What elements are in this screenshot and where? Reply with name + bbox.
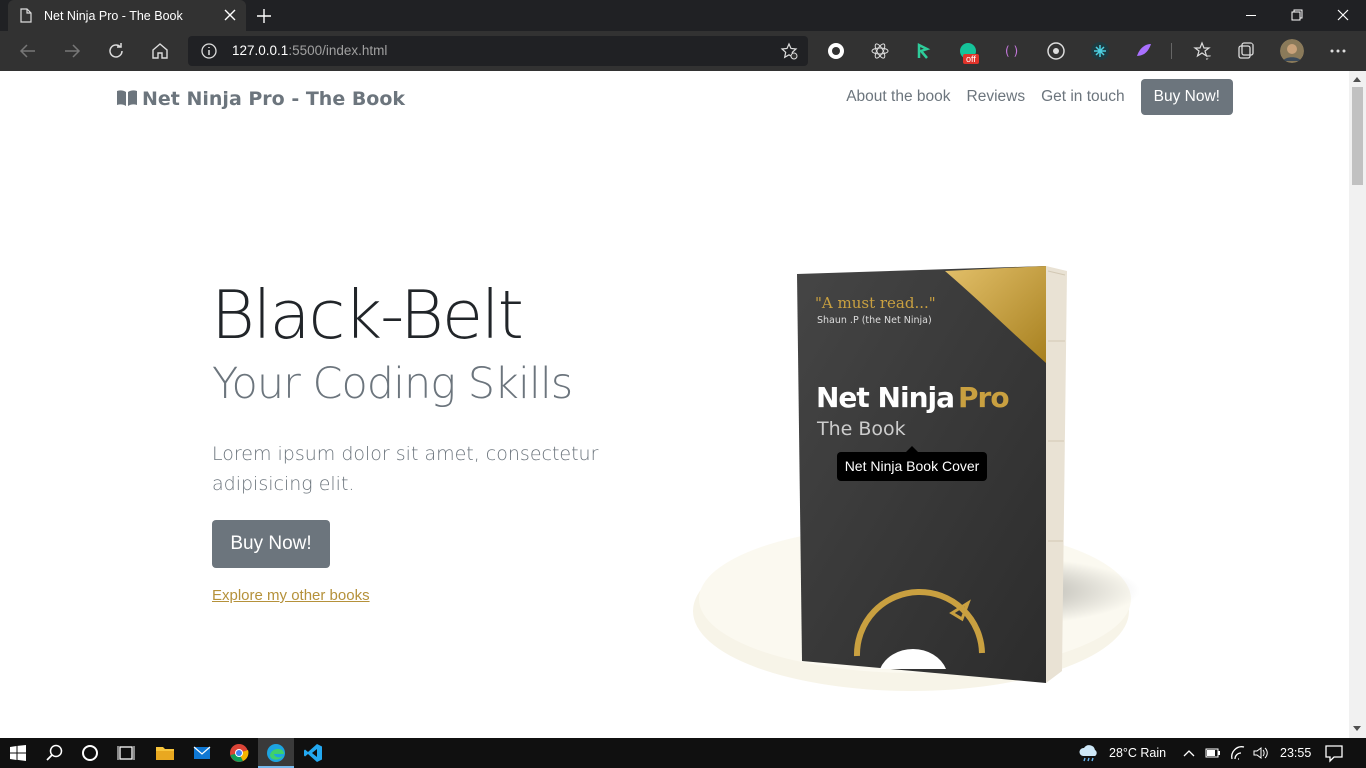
close-window-icon[interactable] bbox=[1320, 0, 1366, 31]
extension-icon[interactable] bbox=[1090, 41, 1110, 61]
navbar-links: About the book Reviews Get in touch Buy … bbox=[830, 79, 1233, 115]
page-scrollbar[interactable] bbox=[1349, 71, 1366, 738]
windows-start-icon[interactable] bbox=[10, 745, 26, 761]
extension-icon[interactable] bbox=[1046, 41, 1066, 61]
extension-badge: off bbox=[963, 54, 979, 64]
hero-lead-text: Lorem ipsum dolor sit amet, consectetur … bbox=[212, 443, 599, 495]
url-text: 127.0.0.1:5500/index.html bbox=[232, 43, 388, 58]
browser-tab-bar: Net Ninja Pro - The Book bbox=[0, 0, 1366, 31]
react-devtools-icon[interactable] bbox=[870, 41, 890, 61]
battery-icon[interactable] bbox=[1205, 743, 1221, 763]
close-tab-icon[interactable] bbox=[222, 7, 238, 23]
weather-rain-icon[interactable] bbox=[1077, 743, 1101, 763]
clock-time[interactable]: 23:55 bbox=[1280, 746, 1311, 760]
nav-link-about[interactable]: About the book bbox=[846, 88, 950, 106]
brand-label: Net Ninja Pro - The Book bbox=[142, 88, 406, 110]
extension-icon[interactable] bbox=[914, 41, 934, 61]
cortana-icon[interactable] bbox=[80, 743, 100, 763]
browser-tab[interactable]: Net Ninja Pro - The Book bbox=[8, 0, 246, 31]
hero-subtitle: Your Coding Skills bbox=[212, 359, 573, 409]
book-icon bbox=[117, 90, 137, 106]
volume-icon[interactable] bbox=[1252, 743, 1268, 763]
explore-books-link[interactable]: Explore my other books bbox=[212, 587, 370, 604]
favorites-icon[interactable] bbox=[1192, 41, 1212, 61]
add-favorite-icon[interactable] bbox=[780, 42, 798, 60]
hero-title: Black-Belt bbox=[211, 276, 524, 354]
show-hidden-icons-chevron[interactable] bbox=[1182, 743, 1196, 763]
site-info-icon[interactable] bbox=[200, 42, 218, 60]
web-page: Net Ninja Pro - The Book About the book … bbox=[0, 71, 1349, 738]
navbar-brand[interactable]: Net Ninja Pro - The Book bbox=[116, 88, 405, 110]
book-title-pro: Pro bbox=[958, 381, 1009, 414]
action-center-icon[interactable] bbox=[1324, 743, 1344, 763]
extension-icon[interactable]: ( ) bbox=[1002, 41, 1022, 61]
image-tooltip: Net Ninja Book Cover bbox=[837, 446, 987, 481]
hero-buy-button[interactable]: Buy Now! bbox=[212, 520, 330, 568]
refresh-icon[interactable] bbox=[106, 41, 126, 61]
new-tab-icon[interactable] bbox=[254, 6, 274, 26]
extension-icon[interactable] bbox=[826, 41, 846, 61]
book-title-sub: The Book bbox=[816, 418, 906, 440]
windows-taskbar: 28°C Rain 23:55 bbox=[0, 738, 1366, 768]
vscode-icon[interactable] bbox=[303, 743, 323, 763]
scroll-down-arrow[interactable] bbox=[1353, 726, 1361, 731]
wifi-icon[interactable] bbox=[1230, 743, 1246, 763]
back-icon[interactable] bbox=[18, 41, 38, 61]
profile-avatar[interactable] bbox=[1280, 39, 1304, 63]
home-icon[interactable] bbox=[150, 41, 170, 61]
weather-text[interactable]: 28°C Rain bbox=[1109, 746, 1166, 760]
svg-text:( ): ( ) bbox=[1005, 44, 1018, 58]
tab-title: Net Ninja Pro - The Book bbox=[44, 9, 183, 23]
chrome-icon[interactable] bbox=[229, 743, 249, 763]
collections-icon[interactable] bbox=[1236, 41, 1256, 61]
page-icon bbox=[20, 8, 32, 23]
book-cover-image[interactable]: "A must read..." Shaun .P (the Net Ninja… bbox=[690, 191, 1140, 691]
address-bar[interactable]: 127.0.0.1:5500/index.html bbox=[188, 36, 808, 66]
scrollbar-thumb[interactable] bbox=[1352, 87, 1363, 185]
task-view-icon[interactable] bbox=[116, 743, 136, 763]
navbar-buy-button[interactable]: Buy Now! bbox=[1140, 79, 1233, 115]
file-explorer-icon[interactable] bbox=[155, 743, 175, 763]
more-options-icon[interactable] bbox=[1328, 41, 1348, 61]
book-quote: "A must read..." bbox=[815, 294, 936, 312]
minimize-icon[interactable] bbox=[1228, 0, 1274, 31]
nav-link-reviews[interactable]: Reviews bbox=[967, 88, 1026, 106]
extension-icon[interactable] bbox=[1134, 41, 1154, 61]
restore-icon[interactable] bbox=[1274, 0, 1320, 31]
search-icon[interactable] bbox=[45, 743, 65, 763]
nav-link-contact[interactable]: Get in touch bbox=[1041, 88, 1125, 106]
edge-icon[interactable] bbox=[266, 743, 286, 763]
book-quote-author: Shaun .P (the Net Ninja) bbox=[817, 315, 932, 326]
scroll-up-arrow[interactable] bbox=[1353, 77, 1361, 82]
forward-icon[interactable] bbox=[62, 41, 82, 61]
mail-icon[interactable] bbox=[192, 743, 212, 763]
toolbar-divider bbox=[1171, 43, 1172, 59]
book-title-main: Net Ninja bbox=[816, 381, 954, 414]
